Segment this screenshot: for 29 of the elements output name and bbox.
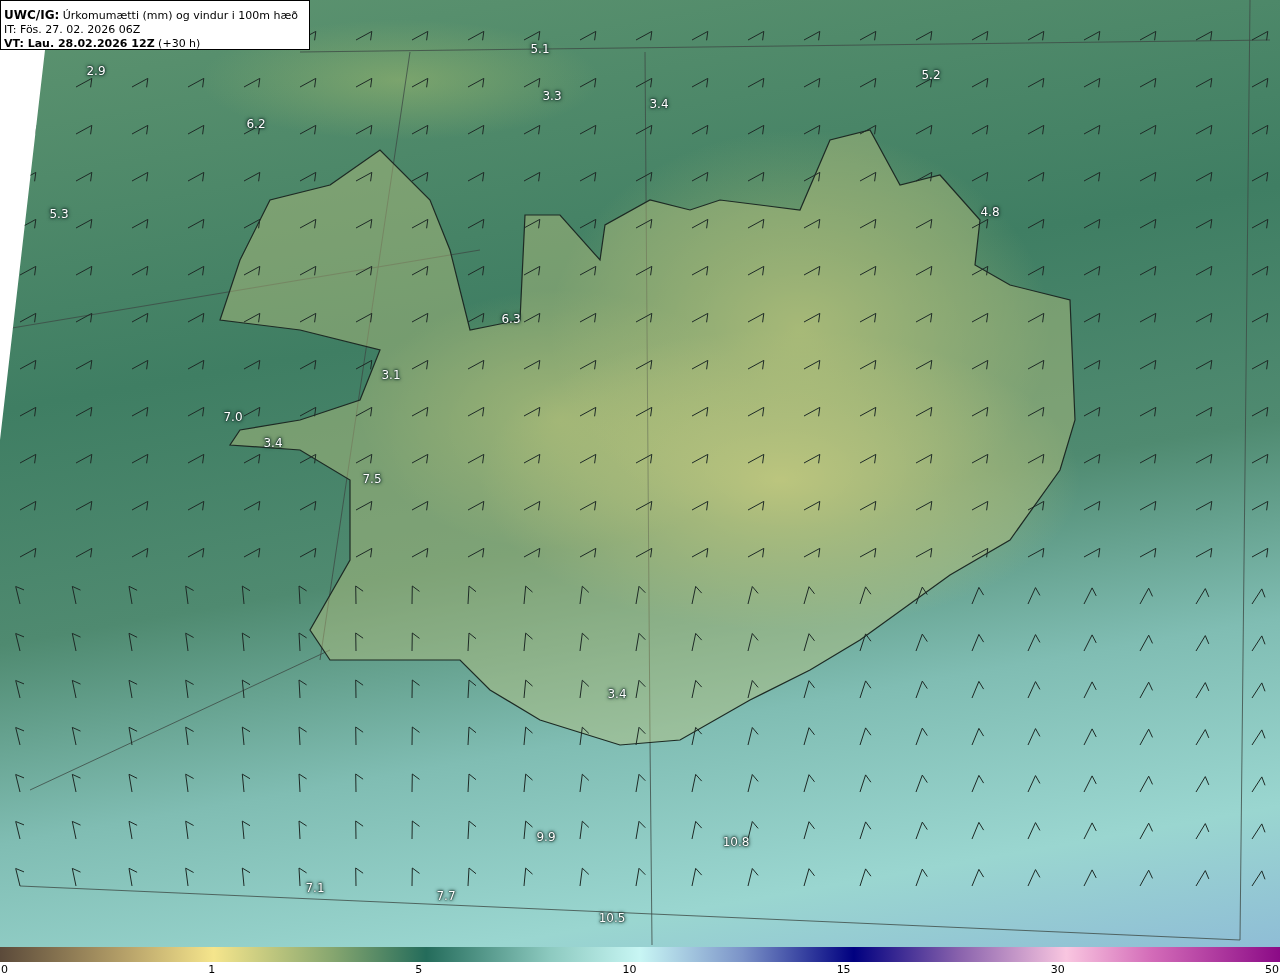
value-label: 5.2 [921, 68, 941, 82]
map-title: UWC/IG: Úrkomumætti (mm) og vindur i 100m hæð [4, 8, 298, 23]
colorbar-tick-label: 15 [836, 962, 851, 978]
value-label: 6.3 [501, 312, 521, 326]
value-label: 5.1 [530, 42, 550, 56]
value-label: 2.9 [86, 64, 106, 78]
value-label: 10.8 [722, 835, 750, 849]
value-label: 4.8 [980, 205, 1000, 219]
value-label: 3.1 [381, 368, 401, 382]
colorbar-tick-label: 0 [1, 962, 8, 978]
init-time: IT: Fös. 27. 02. 2026 06Z [4, 23, 142, 37]
value-label: 7.7 [436, 889, 456, 903]
value-label: 9.9 [536, 830, 556, 844]
value-label: 7.5 [362, 472, 382, 486]
value-label: 6.2 [246, 117, 266, 131]
value-label: 7.0 [223, 410, 243, 424]
value-label: 3.4 [263, 436, 283, 450]
value-label: 3.3 [542, 89, 562, 103]
value-label: 10.5 [598, 911, 626, 925]
colorbar-tick-label: 5 [415, 962, 423, 978]
value-label: 7.1 [305, 881, 325, 895]
colorbar-tick-label: 30 [1050, 962, 1065, 978]
colorbar-tick-label: 50 [1264, 962, 1279, 978]
value-label: 5.3 [49, 207, 69, 221]
value-label: 3.4 [649, 97, 669, 111]
colorbar-tick-label: 10 [622, 962, 637, 978]
valid-time: VT: Lau. 28.02.2026 12Z (+30 h) [4, 37, 202, 51]
value-label: 3.4 [607, 687, 627, 701]
colorbar-tick-label: 1 [208, 962, 216, 978]
